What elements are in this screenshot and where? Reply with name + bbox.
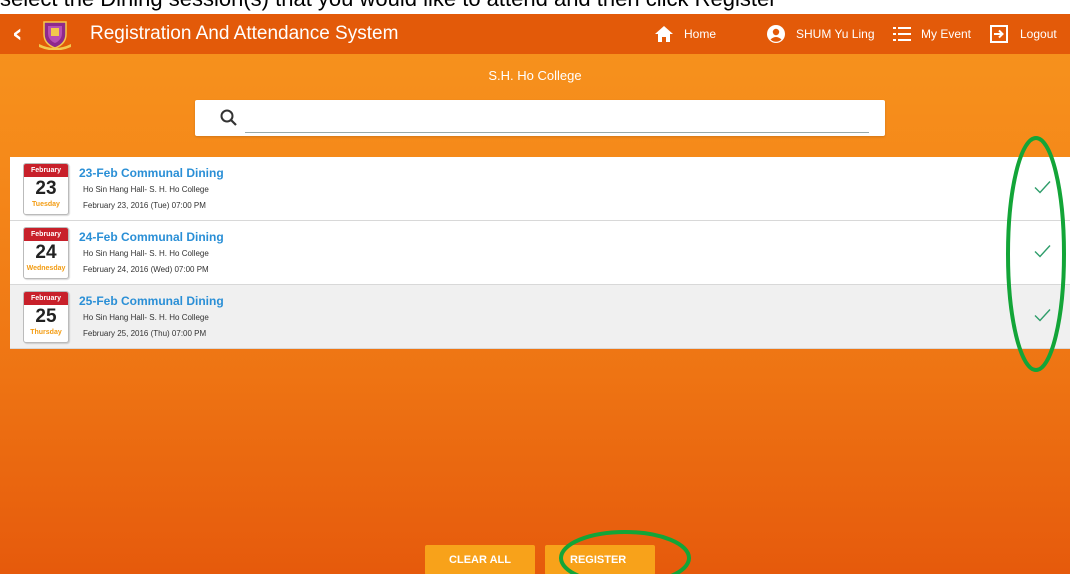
check-icon[interactable] bbox=[1032, 241, 1052, 261]
event-datetime: February 24, 2016 (Wed) 07:00 PM bbox=[83, 265, 209, 274]
nav-home-label: Home bbox=[684, 27, 717, 41]
event-list: February 23 Tuesday 23-Feb Communal Dini… bbox=[10, 157, 1070, 349]
search-icon[interactable] bbox=[219, 108, 239, 128]
college-crest-logo bbox=[39, 21, 71, 50]
top-bar: ‹ Registration And Attendance System Hom… bbox=[0, 14, 1070, 54]
event-venue: Ho Sin Hang Hall- S. H. Ho College bbox=[83, 185, 209, 194]
clear-all-button[interactable]: CLEAR ALL bbox=[425, 545, 535, 574]
event-row[interactable]: February 23 Tuesday 23-Feb Communal Dini… bbox=[10, 157, 1070, 221]
app-title: Registration And Attendance System bbox=[90, 23, 399, 44]
numbered-list-icon bbox=[893, 27, 911, 41]
event-venue: Ho Sin Hang Hall- S. H. Ho College bbox=[83, 313, 209, 322]
event-venue: Ho Sin Hang Hall- S. H. Ho College bbox=[83, 249, 209, 258]
app-window: ‹ Registration And Attendance System Hom… bbox=[0, 14, 1070, 574]
nav-home[interactable]: Home bbox=[654, 14, 716, 54]
nav-user[interactable]: SHUM Yu Ling bbox=[766, 14, 875, 54]
event-datetime: February 25, 2016 (Thu) 07:00 PM bbox=[83, 329, 207, 338]
nav-logout[interactable]: Logout bbox=[990, 14, 1057, 54]
logout-icon bbox=[990, 25, 1008, 43]
calendar-weekday: Wednesday bbox=[26, 265, 66, 272]
search-input[interactable] bbox=[245, 106, 869, 133]
event-datetime: February 23, 2016 (Tue) 07:00 PM bbox=[83, 201, 206, 210]
calendar-weekday: Thursday bbox=[30, 329, 62, 336]
event-title[interactable]: 23-Feb Communal Dining bbox=[79, 166, 224, 180]
calendar-month: February bbox=[24, 164, 68, 177]
calendar-day: 23 bbox=[35, 178, 57, 199]
instruction-text: select the Dining session(s) that you wo… bbox=[0, 0, 777, 12]
event-title[interactable]: 25-Feb Communal Dining bbox=[79, 294, 224, 308]
check-icon[interactable] bbox=[1032, 305, 1052, 325]
calendar-month: February bbox=[24, 292, 68, 305]
nav-my-event[interactable]: My Event bbox=[893, 14, 971, 54]
calendar-badge: February 24 Wednesday bbox=[23, 227, 69, 279]
nav-my-event-label: My Event bbox=[921, 27, 972, 41]
event-row[interactable]: February 25 Thursday 25-Feb Communal Din… bbox=[10, 285, 1070, 349]
calendar-badge: February 25 Thursday bbox=[23, 291, 69, 343]
chevron-left-icon[interactable]: ‹ bbox=[12, 20, 30, 48]
calendar-badge: February 23 Tuesday bbox=[23, 163, 69, 215]
event-row[interactable]: February 24 Wednesday 24-Feb Communal Di… bbox=[10, 221, 1070, 285]
search-box bbox=[195, 100, 885, 136]
calendar-weekday: Tuesday bbox=[32, 201, 60, 208]
account-circle-icon bbox=[767, 25, 785, 43]
calendar-day: 24 bbox=[35, 242, 57, 263]
register-button[interactable]: REGISTER bbox=[545, 545, 655, 574]
home-icon bbox=[655, 26, 673, 42]
college-name: S.H. Ho College bbox=[488, 68, 582, 83]
check-icon[interactable] bbox=[1032, 177, 1052, 197]
event-title[interactable]: 24-Feb Communal Dining bbox=[79, 230, 224, 244]
calendar-day: 25 bbox=[35, 306, 57, 327]
calendar-month: February bbox=[24, 228, 68, 241]
nav-logout-label: Logout bbox=[1020, 27, 1057, 41]
nav-user-label: SHUM Yu Ling bbox=[796, 27, 875, 41]
